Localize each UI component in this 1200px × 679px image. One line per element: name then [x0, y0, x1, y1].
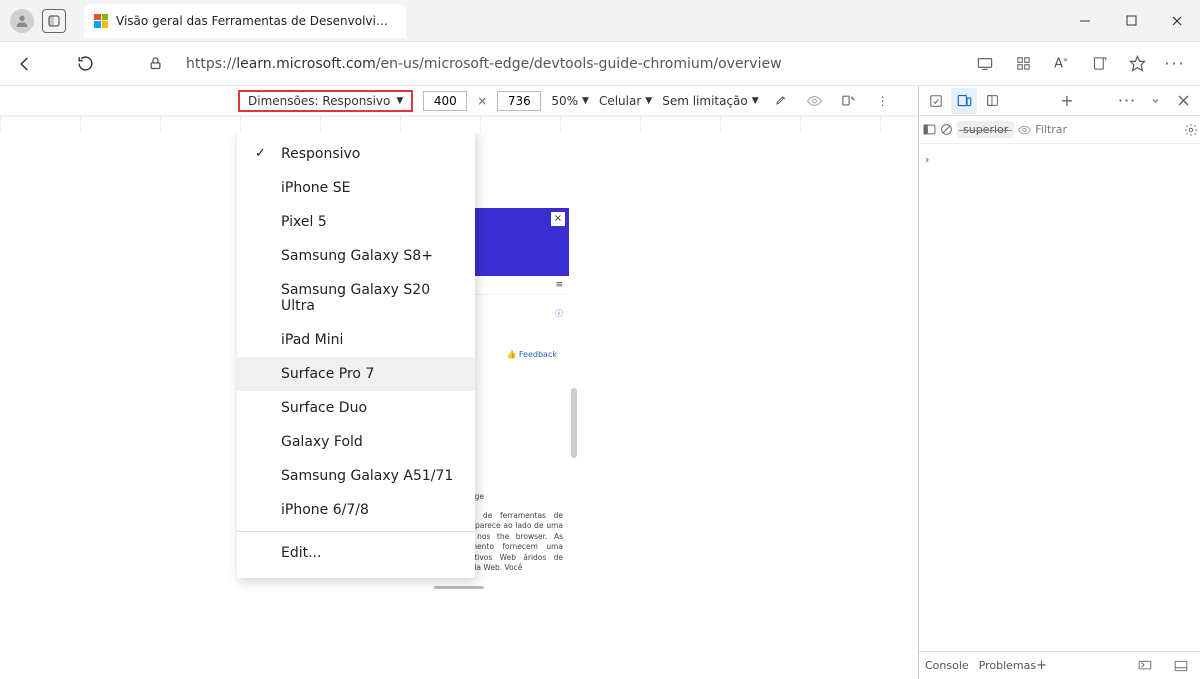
- devtools-close-icon[interactable]: [1170, 88, 1196, 114]
- device-viewport-area: Responsivo iPhone SE Pixel 5 Samsung Gal…: [0, 133, 918, 679]
- scrollbar-thumb[interactable]: [571, 388, 577, 458]
- tab-title: Visão geral das Ferramentas de Desenvolv…: [116, 14, 396, 28]
- device-option-galaxy-s20[interactable]: Samsung Galaxy S20 Ultra: [237, 273, 475, 323]
- device-option-iphone-678[interactable]: iPhone 6/7/8: [237, 493, 475, 527]
- device-option-galaxy-fold[interactable]: Galaxy Fold: [237, 425, 475, 459]
- problems-tab[interactable]: Problemas+: [979, 658, 1047, 673]
- console-tab[interactable]: Console: [925, 659, 969, 672]
- device-more-icon[interactable]: ⋮: [871, 89, 895, 113]
- device-option-galaxy-s8[interactable]: Samsung Galaxy S8+: [237, 239, 475, 273]
- device-option-surface-pro-7[interactable]: Surface Pro 7: [237, 357, 475, 391]
- site-info-lock-icon[interactable]: [138, 47, 172, 81]
- url-field[interactable]: https://learn.microsoft.com/en-us/micros…: [180, 48, 960, 80]
- devtools-more-icon[interactable]: ···: [1114, 88, 1140, 114]
- dimension-separator: ×: [477, 94, 487, 108]
- eye-icon[interactable]: [803, 89, 827, 113]
- read-aloud-icon[interactable]: A»: [1044, 47, 1078, 81]
- grid-icon[interactable]: [1006, 47, 1040, 81]
- chevron-down-icon: ▼: [396, 96, 403, 106]
- height-input[interactable]: [497, 91, 541, 111]
- filter-input[interactable]: [1035, 120, 1180, 140]
- device-option-pixel-5[interactable]: Pixel 5: [237, 205, 475, 239]
- workspaces-icon[interactable]: [42, 9, 66, 33]
- back-button[interactable]: [8, 47, 42, 81]
- zoom-dropdown[interactable]: 50%▼: [551, 94, 589, 108]
- expand-chevron-icon[interactable]: ›: [925, 153, 929, 166]
- dimensions-dropdown[interactable]: Dimensões: Responsivo ▼: [238, 90, 413, 112]
- context-pill[interactable]: superior: [957, 121, 1014, 138]
- sidebar-toggle-icon[interactable]: [923, 117, 936, 143]
- browser-tab[interactable]: Visão geral das Ferramentas de Desenvolv…: [84, 4, 406, 38]
- devtools-body: ›: [919, 144, 1200, 651]
- url-host: learn.microsoft.com: [236, 56, 376, 72]
- devtools-filter-row: superior: [919, 116, 1200, 144]
- close-icon[interactable]: ×: [551, 212, 565, 226]
- throttling-dropdown[interactable]: Sem limitação▼: [662, 94, 758, 108]
- window-maximize-button[interactable]: [1108, 0, 1154, 42]
- ms-logo-icon: [94, 14, 108, 28]
- inspect-icon[interactable]: [923, 88, 949, 114]
- window-close-button[interactable]: [1154, 0, 1200, 42]
- favorite-star-icon[interactable]: [1120, 47, 1154, 81]
- dimensions-label: Dimensões: Responsivo: [248, 94, 390, 108]
- eye-filter-icon[interactable]: [1018, 117, 1031, 143]
- device-option-responsive[interactable]: Responsivo: [237, 137, 475, 171]
- drag-handle-icon[interactable]: [434, 586, 484, 589]
- profile-avatar[interactable]: [10, 9, 34, 33]
- window-minimize-button[interactable]: [1062, 0, 1108, 42]
- clear-icon[interactable]: [940, 117, 953, 143]
- drawer-icon-2[interactable]: [1168, 653, 1194, 679]
- gear-icon[interactable]: [1184, 117, 1198, 143]
- device-option-galaxy-a51[interactable]: Samsung Galaxy A51/71: [237, 459, 475, 493]
- more-menu-icon[interactable]: ···: [1158, 47, 1192, 81]
- feedback-link[interactable]: 👍 Feedback: [501, 350, 563, 365]
- refresh-button[interactable]: [68, 47, 102, 81]
- devtools-panel: + ··· superior › Console Problemas+: [918, 86, 1200, 679]
- devtools-drawer: Console Problemas+: [919, 651, 1200, 679]
- device-type-dropdown[interactable]: Celular▼: [599, 94, 652, 108]
- device-option-ipad-mini[interactable]: iPad Mini: [237, 323, 475, 357]
- new-tab-icon[interactable]: +: [1054, 88, 1080, 114]
- rotate-icon[interactable]: [837, 89, 861, 113]
- device-toggle-icon[interactable]: [951, 88, 977, 114]
- eyedropper-icon[interactable]: [769, 89, 793, 113]
- device-list-dropdown: Responsivo iPhone SE Pixel 5 Samsung Gal…: [237, 133, 475, 578]
- url-path: /en-us/microsoft-edge/devtools-guide-chr…: [376, 56, 782, 72]
- window-titlebar: Visão geral das Ferramentas de Desenvolv…: [0, 0, 1200, 42]
- devtools-tab-strip: + ···: [919, 86, 1200, 116]
- desktop-icon[interactable]: [968, 47, 1002, 81]
- hamburger-icon[interactable]: ≡: [555, 280, 563, 290]
- collections-icon[interactable]: [1082, 47, 1116, 81]
- elements-tab-icon[interactable]: [979, 88, 1005, 114]
- device-option-surface-duo[interactable]: Surface Duo: [237, 391, 475, 425]
- width-input[interactable]: [423, 91, 467, 111]
- drawer-icon-1[interactable]: [1132, 653, 1158, 679]
- device-option-iphone-se[interactable]: iPhone SE: [237, 171, 475, 205]
- address-bar: https://learn.microsoft.com/en-us/micros…: [0, 42, 1200, 86]
- devtools-settings-icon[interactable]: [1142, 88, 1168, 114]
- device-option-edit[interactable]: Edit...: [237, 536, 475, 570]
- url-prefix: https://: [186, 56, 236, 72]
